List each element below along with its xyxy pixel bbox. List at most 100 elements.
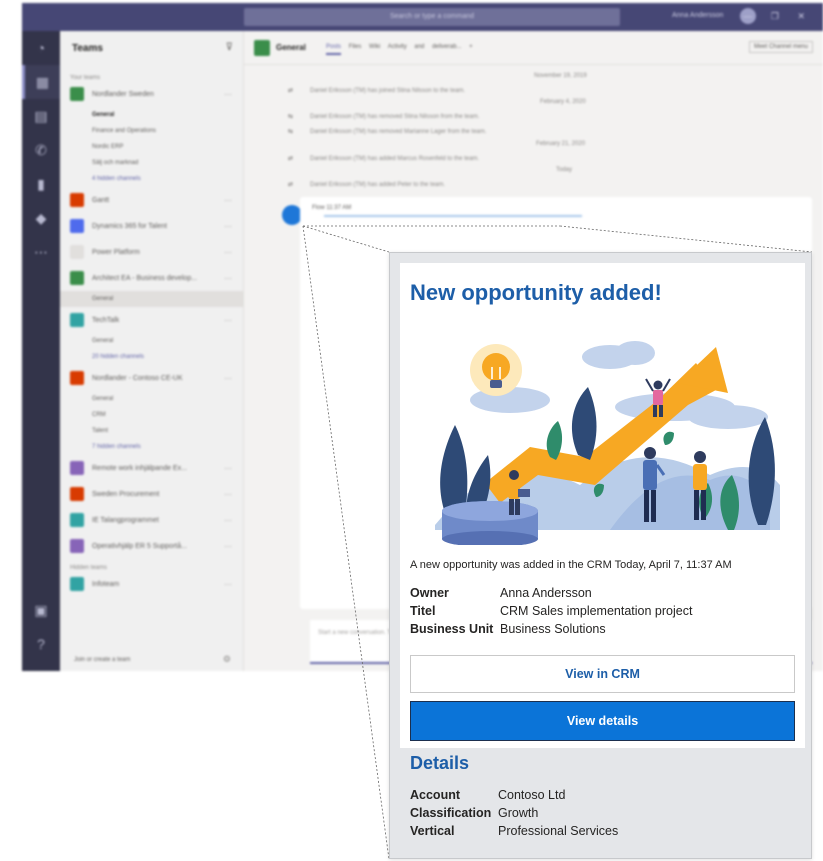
more-options-icon[interactable]: ⋯: [224, 316, 232, 325]
message-author: Flow 11:37 AM: [312, 205, 352, 211]
team-name: Infoteam: [92, 580, 120, 588]
channel-item[interactable]: Finance and Operations: [60, 123, 244, 139]
team-avatar: [70, 513, 84, 527]
team-avatar: [70, 487, 84, 501]
channel-item[interactable]: Sälj och marknad: [60, 155, 244, 171]
team-name: Nordlander Sweden: [92, 90, 154, 98]
view-details-button[interactable]: View details: [410, 701, 795, 741]
team-item[interactable]: Remote work inhjälpande Ex... ⋯: [60, 455, 244, 481]
team-item[interactable]: Infoteam ⋯: [60, 571, 244, 597]
files-icon[interactable]: ▮: [22, 167, 60, 201]
channel-item[interactable]: General: [60, 333, 244, 349]
join-team-link[interactable]: Join or create a team: [74, 657, 130, 663]
team-item[interactable]: Nordlander - Contoso CE-UK ⋯: [60, 365, 244, 391]
channel-item[interactable]: Talent: [60, 423, 244, 439]
tab-activity[interactable]: Activity and deliverab...: [388, 44, 462, 50]
team-item[interactable]: IE Talangprogrammet ⋯: [60, 507, 244, 533]
filter-icon[interactable]: ⊽: [226, 42, 233, 53]
team-avatar: [70, 577, 84, 591]
team-item[interactable]: Architect EA - Business develop... ⋯: [60, 265, 244, 291]
channel-item[interactable]: 4 hidden channels: [60, 171, 244, 187]
team-avatar: [70, 539, 84, 553]
add-tab-button[interactable]: +: [469, 44, 473, 50]
channel-tabs[interactable]: Posts Files Wiki Activity and deliverab.…: [326, 44, 473, 55]
store-icon[interactable]: ▣: [22, 593, 60, 627]
search-input[interactable]: Search or type a command: [244, 8, 620, 26]
fact-business-unit: Business Unit Business Solutions: [410, 620, 692, 638]
more-options-icon[interactable]: ⋯: [224, 196, 232, 205]
channel-item[interactable]: Nordic ERP: [60, 139, 244, 155]
team-item[interactable]: Nordlander Sweden ⋯: [60, 81, 244, 107]
person-add-icon: ⇄: [288, 88, 294, 94]
activity-icon[interactable]: ◔: [22, 31, 60, 65]
team-name: Gantt: [92, 196, 110, 204]
more-options-icon[interactable]: ⋯: [224, 222, 232, 231]
channel-item[interactable]: General: [60, 391, 244, 407]
more-options-icon[interactable]: ⋯: [224, 542, 232, 551]
calendar-icon[interactable]: ▤: [22, 99, 60, 133]
channel-item[interactable]: CRM: [60, 407, 244, 423]
fact-value: Contoso Ltd: [498, 788, 566, 802]
help-icon[interactable]: ?: [22, 627, 60, 661]
more-icon[interactable]: ⋯: [22, 235, 60, 269]
team-list: Teams ⊽ Your teams Nordlander Sweden ⋯ Gene…: [60, 31, 244, 671]
team-name: Nordlander - Contoso CE-UK: [92, 374, 183, 382]
feed-event: ⇄ Daniel Eriksson (TM) has added Marcus R…: [288, 156, 480, 162]
team-avatar: [70, 271, 84, 285]
fact-account: Account Contoso Ltd: [410, 786, 618, 804]
apps-dot-icon[interactable]: ◆: [22, 201, 60, 235]
more-options-icon[interactable]: ⋯: [224, 374, 232, 383]
fact-key: Vertical: [410, 824, 455, 838]
channel-actions[interactable]: Meet Channel menu: [748, 41, 813, 53]
tab-wiki[interactable]: Wiki: [369, 44, 380, 50]
team-name: Architect EA - Business develop...: [92, 274, 198, 282]
gear-icon[interactable]: ⚙: [223, 654, 231, 665]
more-options-icon[interactable]: ⋯: [224, 580, 232, 589]
channel-item[interactable]: 20 hidden channels: [60, 349, 244, 365]
team-item[interactable]: Dynamics 365 for Talent ⋯: [60, 213, 244, 239]
team-item[interactable]: Operativhjälp ER 5 Supportå... ⋯: [60, 533, 244, 559]
tab-posts[interactable]: Posts: [326, 44, 342, 55]
more-options-icon[interactable]: ⋯: [224, 248, 232, 257]
team-item[interactable]: Sweden Procurement ⋯: [60, 481, 244, 507]
team-avatar: [70, 371, 84, 385]
person-remove-icon: ⇆: [288, 114, 294, 120]
fact-key: Classification: [410, 806, 492, 820]
team-name: TechTalk: [92, 316, 120, 324]
person-remove-icon: ⇆: [288, 129, 294, 135]
team-item[interactable]: Power Platform ⋯: [60, 239, 244, 265]
view-in-crm-button[interactable]: View in CRM: [410, 655, 795, 693]
team-name: Remote work inhjälpande Ex...: [92, 464, 187, 472]
fact-key: Account: [410, 788, 460, 802]
team-item[interactable]: Gantt ⋯: [60, 187, 244, 213]
date-divider: November 19, 2019: [534, 73, 587, 79]
tab-files[interactable]: Files: [349, 44, 362, 50]
team-avatar: [70, 219, 84, 233]
channel-name: General: [276, 43, 306, 52]
fact-value: Business Solutions: [500, 622, 606, 636]
team-name: Dynamics 365 for Talent: [92, 222, 167, 230]
channel-item[interactable]: General: [60, 107, 244, 123]
channel-item[interactable]: General: [60, 291, 244, 307]
more-options-icon[interactable]: ⋯: [224, 274, 232, 283]
team-avatar: [70, 87, 84, 101]
card-preview-bar: [324, 215, 582, 217]
feed-event: ⇆ Daniel Eriksson (TM) has removed Marian…: [288, 129, 487, 135]
teams-icon[interactable]: ▦: [22, 65, 60, 99]
fact-title: Titel CRM Sales implementation project: [410, 602, 692, 620]
fact-key: Business Unit: [410, 622, 494, 636]
date-divider: Today: [556, 167, 573, 173]
growth-illustration: [435, 341, 780, 545]
window-controls[interactable]: — ❐ ✕: [743, 11, 813, 22]
user-name: Anna Andersson: [672, 12, 724, 19]
team-item[interactable]: TechTalk ⋯: [60, 307, 244, 333]
channel-item[interactable]: 7 hidden channels: [60, 439, 244, 455]
team-list-title: Teams: [72, 43, 103, 54]
calls-icon[interactable]: ✆: [22, 133, 60, 167]
more-options-icon[interactable]: ⋯: [224, 464, 232, 473]
more-options-icon[interactable]: ⋯: [224, 490, 232, 499]
details-facts: Account Contoso Ltd Classification Growt…: [410, 786, 618, 840]
card-description: A new opportunity was added in the CRM T…: [410, 559, 732, 571]
more-options-icon[interactable]: ⋯: [224, 516, 232, 525]
more-options-icon[interactable]: ⋯: [224, 90, 232, 99]
